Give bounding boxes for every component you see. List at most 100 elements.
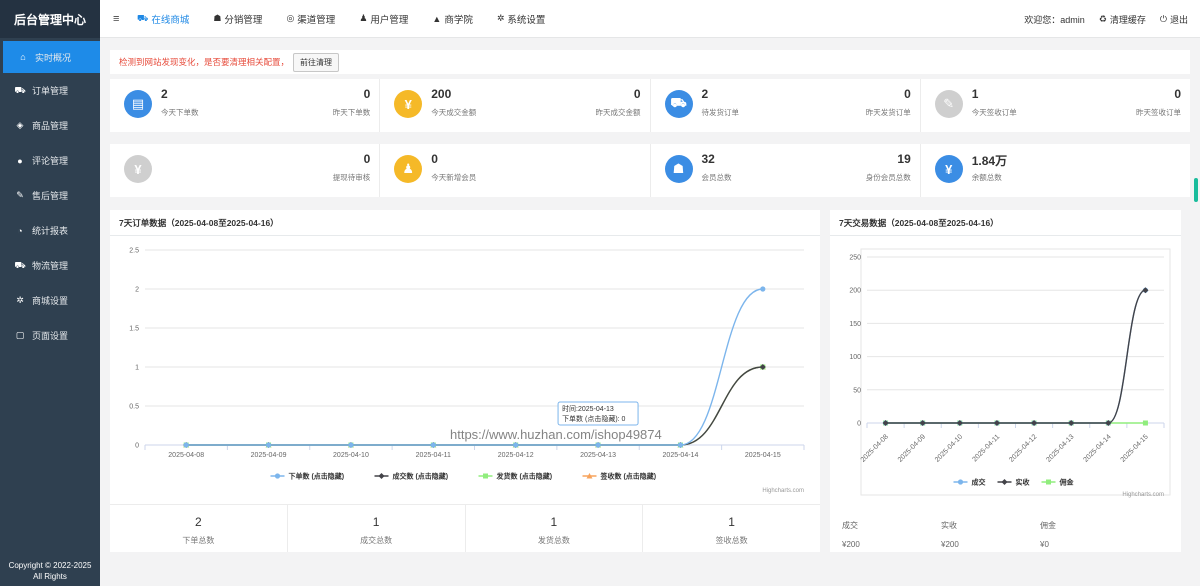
stat-compare-label: 提现待审核 [332,173,371,182]
legend-item[interactable]: 下单数 (点击隐藏) [270,472,345,481]
data-point[interactable] [1142,287,1149,294]
x-tick-label: 2025-04-15 [1120,433,1150,463]
legend-item[interactable]: 成交数 (点击隐藏) [374,472,449,481]
yen-icon: ¥ [124,155,152,183]
x-tick-label: 2025-04-15 [745,452,781,459]
legend-marker[interactable] [1001,479,1008,485]
stats-row-2: ¥0 提现待审核 ♟ 0 今天新增会员 ☗ 32 会员总数 19 身份会员总数 ¥1.84万 余额总数 [110,144,1190,197]
stat-label: 今天签收订单 [971,108,1017,117]
data-point[interactable] [677,442,684,448]
watermark-text: https://www.huzhan.com/ishop49874 [450,427,662,442]
data-point[interactable] [430,442,436,448]
trade-summary-cell: 成交 ¥200 [830,520,929,549]
scrollbar-marker[interactable] [1194,178,1198,202]
yen-icon: ¥ [394,90,423,118]
sidebar-item-4[interactable]: ✎ 售后管理 [0,178,100,213]
legend-marker[interactable] [1046,479,1051,485]
trade-summary: 成交 ¥200 实收 ¥200 佣金 ¥0 [830,520,1181,549]
stat-value: 2 [161,87,168,101]
y-tick-label: 1.5 [129,326,139,333]
x-tick-label: 2025-04-11 [416,452,451,459]
legend-marker[interactable] [483,473,488,479]
sidebar-item-7[interactable]: ✲ 商城设置 [0,283,100,318]
menu-toggle-icon[interactable]: ≡ [113,13,137,25]
order-summary-cell: 1 发货总数 [466,505,644,552]
legend-item[interactable]: 签收数 (点击隐藏) [582,472,657,481]
data-point[interactable] [1142,420,1148,426]
summary-label: 签收总数 [715,536,748,545]
stat-value: 2 [701,87,709,101]
top-nav-item-1[interactable]: ☗ 分销管理 [213,12,262,26]
sidebar-item-label: 评论管理 [32,156,69,166]
sidebar-item-5[interactable]: ◔ 统计报表 [0,213,100,248]
order-summary-cell: 1 签收总数 [643,505,820,552]
legend-label: 成交 [972,478,987,487]
sidebar-item-0[interactable]: ⌂ 实时概况 [3,41,100,73]
top-nav-item-0[interactable]: ⛟ 在线商城 [137,12,189,26]
sidebar-item-2[interactable]: ◈ 商品管理 [0,108,100,143]
data-point[interactable] [348,442,354,448]
yen-icon: ¥ [934,155,963,183]
sidebar-item-1[interactable]: ⛟ 订单管理 [0,73,100,108]
logout-link[interactable]: ⏻ 退出 [1160,13,1188,26]
chart-credit[interactable]: Highcharts.com [1122,492,1164,498]
comment-icon: ● [17,155,23,166]
user-icon: ♟ [359,13,368,23]
top-nav-item-5[interactable]: ✲ 系统设置 [497,12,546,26]
stat-label: 今天成交金额 [431,108,477,117]
x-tick-label: 2025-04-12 [498,452,534,459]
data-point[interactable] [760,286,766,292]
y-tick-label: 0.5 [129,404,139,411]
sidebar-item-8[interactable]: ▢ 页面设置 [0,318,100,353]
top-nav-item-3[interactable]: ♟ 用户管理 [359,12,408,26]
go-clear-button[interactable]: 前往清理 [293,52,340,72]
wechat-icon: ◎ [286,13,295,23]
power-icon: ⏻ [1159,13,1167,24]
data-point[interactable] [513,442,519,448]
legend-item[interactable]: 成交 [953,478,987,487]
data-point[interactable] [595,442,601,448]
legend-label: 下单数 (点击隐藏) [289,472,345,481]
stat-compare-value: 0 [363,87,371,101]
stat-value: 0 [431,152,438,166]
stat-value: 200 [431,87,452,101]
x-tick-label: 2025-04-13 [1045,433,1075,463]
legend-marker[interactable] [274,473,281,479]
sidebar-item-label: 售后管理 [32,191,69,201]
chart-credit[interactable]: Highcharts.com [762,488,804,494]
summary-label: 佣金 [1040,521,1056,530]
legend-marker[interactable] [957,479,964,485]
stat-compare-label: 昨天签收订单 [1136,108,1181,117]
brand-title: 后台管理中心 [0,0,100,38]
y-tick-label: 250 [849,255,861,262]
legend-label: 签收数 (点击隐藏) [600,472,657,481]
stat-card: ¥1.84万 余额总数 [921,144,1190,197]
y-tick-label: 50 [853,387,861,394]
stat-card: ✎ 1 今天签收订单 0 昨天签收订单 [921,79,1190,132]
summary-label: 发货总数 [537,536,570,545]
top-nav-item-4[interactable]: ▲ 商学院 [432,12,472,26]
sidebar-item-3[interactable]: ● 评论管理 [0,143,100,178]
stat-compare-value: 19 [897,152,911,166]
legend: 下单数 (点击隐藏) 成交数 (点击隐藏) 发货数 (点击隐藏) 签收数 (点击隐藏) [270,472,657,481]
data-point[interactable] [183,442,189,448]
trade-panel-title: 7天交易数据（2025-04-08至2025-04-16） [830,210,1181,236]
legend-marker[interactable] [378,473,385,479]
clear-cache-link[interactable]: ♻ 清理缓存 [1099,13,1146,26]
sidebar-item-label: 商品管理 [32,121,69,131]
pie-chart-icon: ◔ [17,225,23,236]
legend-item[interactable]: 发货数 (点击隐藏) [478,472,553,481]
sidebar-item-6[interactable]: ⛟ 物流管理 [0,248,100,283]
stat-card: ⛟ 2 待发货订单 0 昨天发货订单 [651,79,921,132]
stat-label: 今天下单数 [161,108,199,117]
stat-value: 1 [971,87,979,101]
stat-card: ¥200 今天成交金额 0 昨天成交金额 [380,79,651,132]
order-summary-cell: 1 成交总数 [288,505,466,552]
cart-icon: ⛟ [137,12,149,23]
legend-item[interactable]: 佣金 [1041,478,1075,487]
legend-item[interactable]: 实收 [997,478,1031,487]
top-nav-item-2[interactable]: ◎ 渠道管理 [286,12,335,26]
summary-value: 1 [728,515,735,529]
summary-label: 下单总数 [182,536,215,545]
data-point[interactable] [265,442,272,448]
